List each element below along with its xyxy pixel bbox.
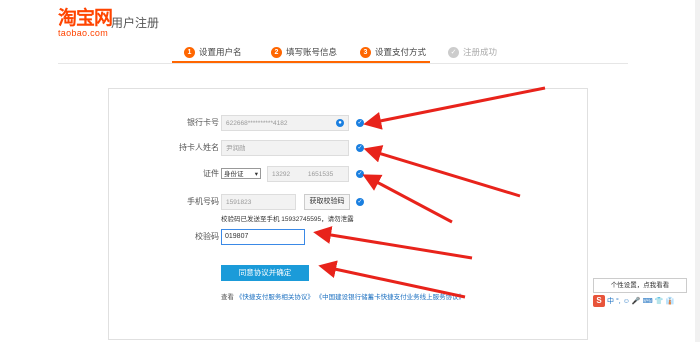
arrow-id <box>362 174 453 224</box>
arrow-submit <box>318 260 466 299</box>
arrow-verify-code <box>313 226 473 260</box>
arrow-bank-card <box>363 86 546 130</box>
arrow-card-holder <box>363 145 521 198</box>
annotation-arrows <box>313 86 546 299</box>
